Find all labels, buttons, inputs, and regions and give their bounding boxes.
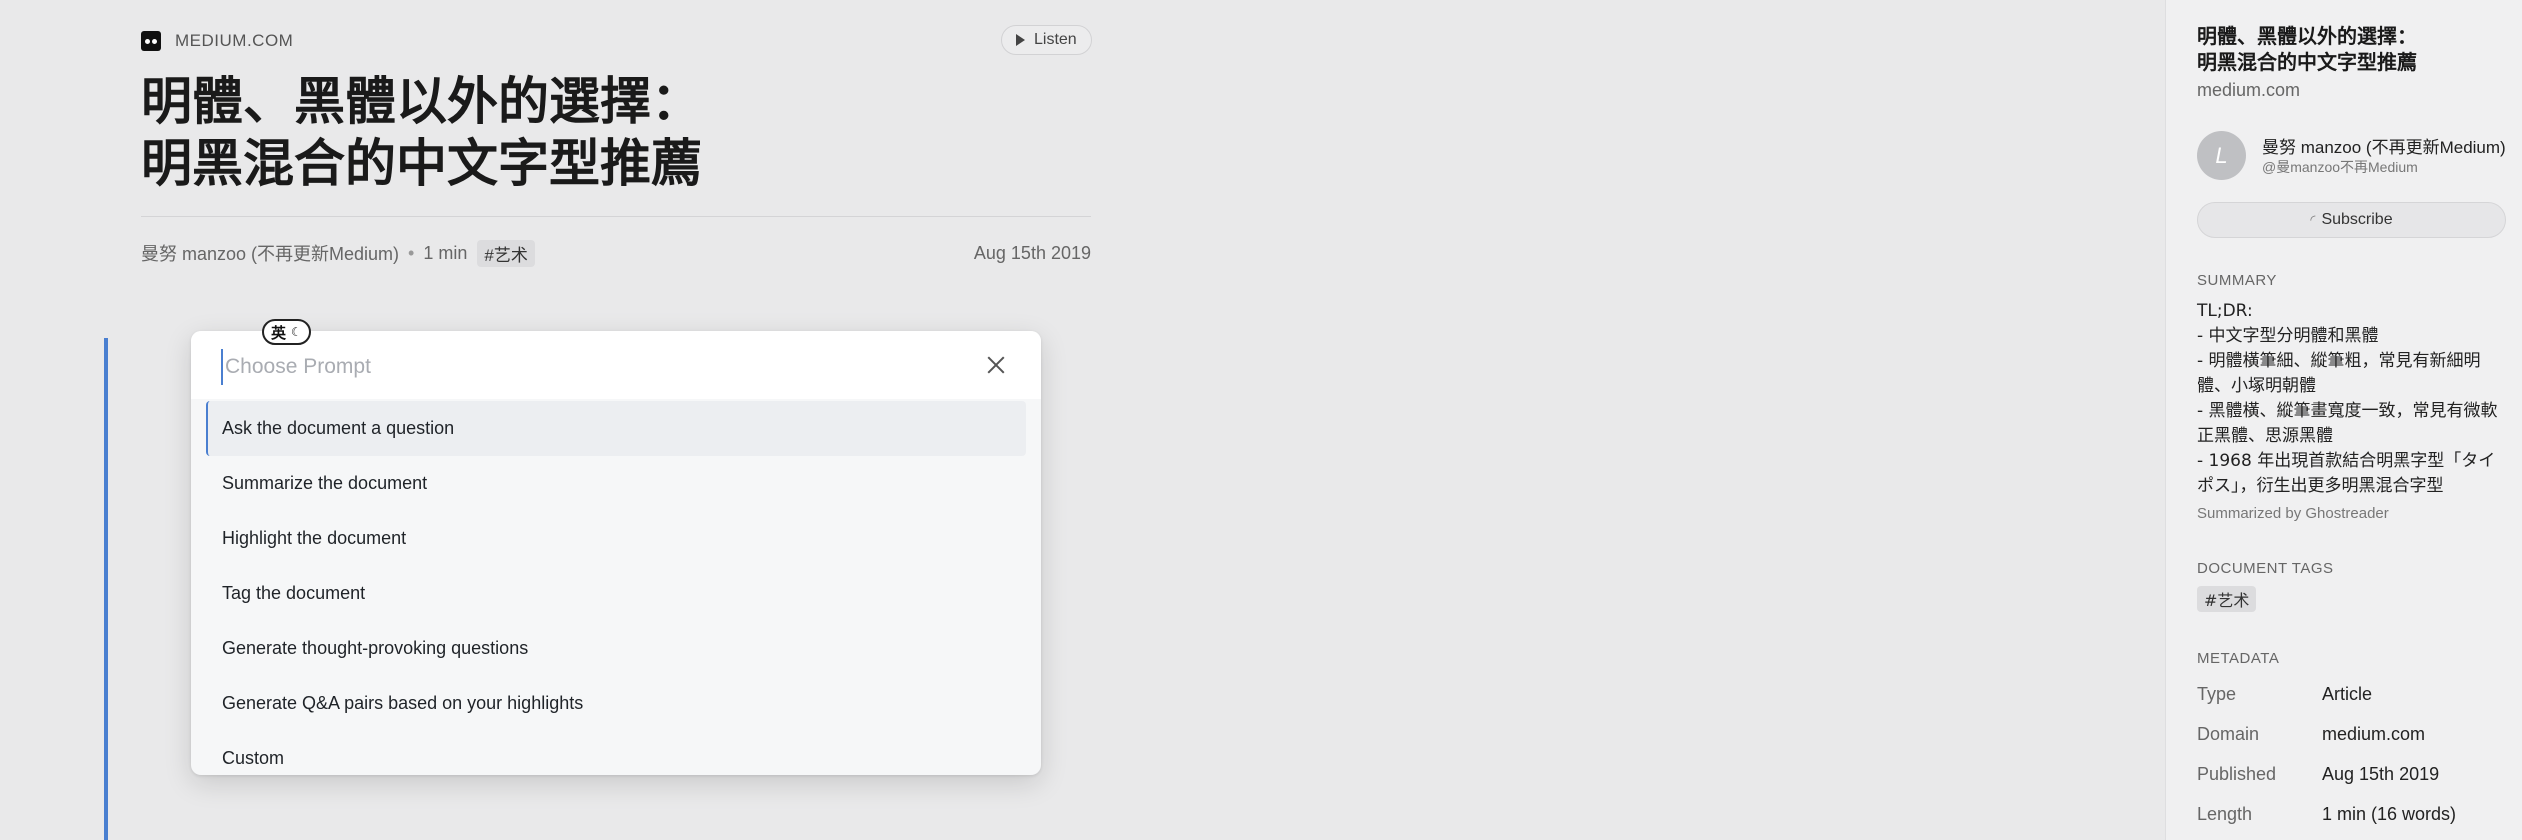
summarized-by: Summarized by Ghostreader: [2197, 505, 2389, 522]
metadata-value: Aug 15th 2019: [2322, 764, 2440, 784]
prompt-dialog-header: [191, 331, 1041, 399]
metadata-value: 1 min (16 words): [2322, 804, 2457, 824]
byline-separator: •: [408, 242, 415, 263]
metadata-key: Published: [2197, 764, 2277, 784]
article-pane: MEDIUM.COM Listen 明體、黑體以外的選擇： 明黑混合的中文字型推…: [0, 0, 2165, 840]
metadata-row-length: Length 1 min (16 words): [2197, 804, 2507, 830]
prompt-search-input[interactable]: [221, 349, 925, 385]
info-sidebar: 明體、黑體以外的選擇： 明黑混合的中文字型推薦 medium.com L 曼努 …: [2165, 0, 2522, 840]
summary-line: - 1968 年出現首款結合明黑字型「タイポス」，衍生出更多明黑混合字型: [2197, 451, 2496, 496]
document-tag[interactable]: #艺术: [2197, 586, 2257, 612]
prompt-item-qa-pairs[interactable]: Generate Q&A pairs based on your highlig…: [206, 676, 1026, 731]
subscribe-button[interactable]: ◜ Subscribe: [2197, 202, 2506, 238]
author-card[interactable]: L 曼努 manzoo (不再更新Medium) @曼manzoo不再Mediu…: [2197, 131, 2507, 181]
input-method-indicator: 英 ☾: [262, 319, 311, 345]
subscribe-label: Subscribe: [2321, 211, 2393, 228]
byline: 曼努 manzoo (不再更新Medium) • 1 min #艺术: [141, 239, 535, 267]
prompt-item-questions[interactable]: Generate thought-provoking questions: [206, 621, 1026, 676]
listen-button[interactable]: Listen: [1001, 25, 1092, 55]
prompt-item-tag[interactable]: Tag the document: [206, 566, 1026, 621]
sidebar-domain[interactable]: medium.com: [2197, 80, 2300, 101]
article-title-line-2: 明黑混合的中文字型推薦: [141, 135, 703, 194]
sidebar-author-handle: @曼manzoo不再Medium: [2262, 159, 2418, 175]
article-tag[interactable]: #艺术: [477, 239, 535, 267]
metadata-value: medium.com: [2322, 724, 2426, 744]
summary-line: - 黑體橫、縱筆畫寬度一致，常見有微軟正黑體、思源黑體: [2197, 401, 2498, 446]
avatar: L: [2197, 131, 2246, 180]
metadata-row-type: Type Article: [2197, 684, 2507, 710]
summary-text: TL;DR: - 中文字型分明體和黑體 - 明體橫筆細、縱筆粗，常見有新細明體、…: [2197, 299, 2507, 499]
publish-date: Aug 15th 2019: [973, 243, 1091, 263]
read-time: 1 min: [423, 242, 468, 263]
author-name[interactable]: 曼努 manzoo (不再更新Medium): [141, 240, 399, 266]
metadata-value: Article: [2322, 684, 2373, 704]
title-divider: [141, 216, 1091, 217]
metadata-heading: METADATA: [2197, 650, 2280, 667]
choose-prompt-dialog: Ask the document a question Summarize th…: [191, 331, 1041, 775]
site-header[interactable]: MEDIUM.COM: [141, 29, 293, 53]
close-icon[interactable]: [984, 353, 1008, 377]
prompt-item-ask-question[interactable]: Ask the document a question: [206, 401, 1026, 456]
site-name[interactable]: MEDIUM.COM: [175, 31, 293, 51]
listen-label: Listen: [1034, 31, 1077, 48]
sidebar-title: 明體、黑體以外的選擇： 明黑混合的中文字型推薦: [2197, 23, 2507, 75]
sidebar-title-line-1: 明體、黑體以外的選擇：: [2197, 24, 2417, 48]
metadata-row-domain: Domain medium.com: [2197, 724, 2507, 750]
sidebar-author-name[interactable]: 曼努 manzoo (不再更新Medium): [2262, 133, 2507, 158]
sidebar-title-line-2: 明黑混合的中文字型推薦: [2197, 50, 2417, 74]
prompt-item-summarize[interactable]: Summarize the document: [206, 456, 1026, 511]
article-title-line-1: 明體、黑體以外的選擇：: [141, 73, 703, 132]
document-tags-heading: DOCUMENT TAGS: [2197, 560, 2334, 577]
prompt-list: Ask the document a question Summarize th…: [206, 401, 1026, 775]
moon-icon: ☾: [291, 325, 302, 339]
prompt-item-custom[interactable]: Custom: [206, 731, 1026, 775]
medium-logo-icon: [141, 31, 161, 51]
metadata-key: Length: [2197, 804, 2253, 824]
summary-line: TL;DR:: [2197, 301, 2253, 321]
metadata-key: Domain: [2197, 724, 2260, 744]
summary-heading: SUMMARY: [2197, 272, 2277, 289]
article-title: 明體、黑體以外的選擇： 明黑混合的中文字型推薦: [141, 72, 1041, 196]
metadata-row-published: Published Aug 15th 2019: [2197, 764, 2507, 790]
summary-line: - 中文字型分明體和黑體: [2197, 326, 2379, 346]
play-icon: [1016, 34, 1025, 46]
ime-language-label: 英: [271, 323, 287, 342]
metadata-key: Type: [2197, 684, 2237, 704]
reading-position-bar: [104, 338, 108, 840]
prompt-item-highlight[interactable]: Highlight the document: [206, 511, 1026, 566]
summary-line: - 明體橫筆細、縱筆粗，常見有新細明體、小塚明朝體: [2197, 351, 2481, 396]
rss-icon: ◜: [2310, 212, 2316, 227]
